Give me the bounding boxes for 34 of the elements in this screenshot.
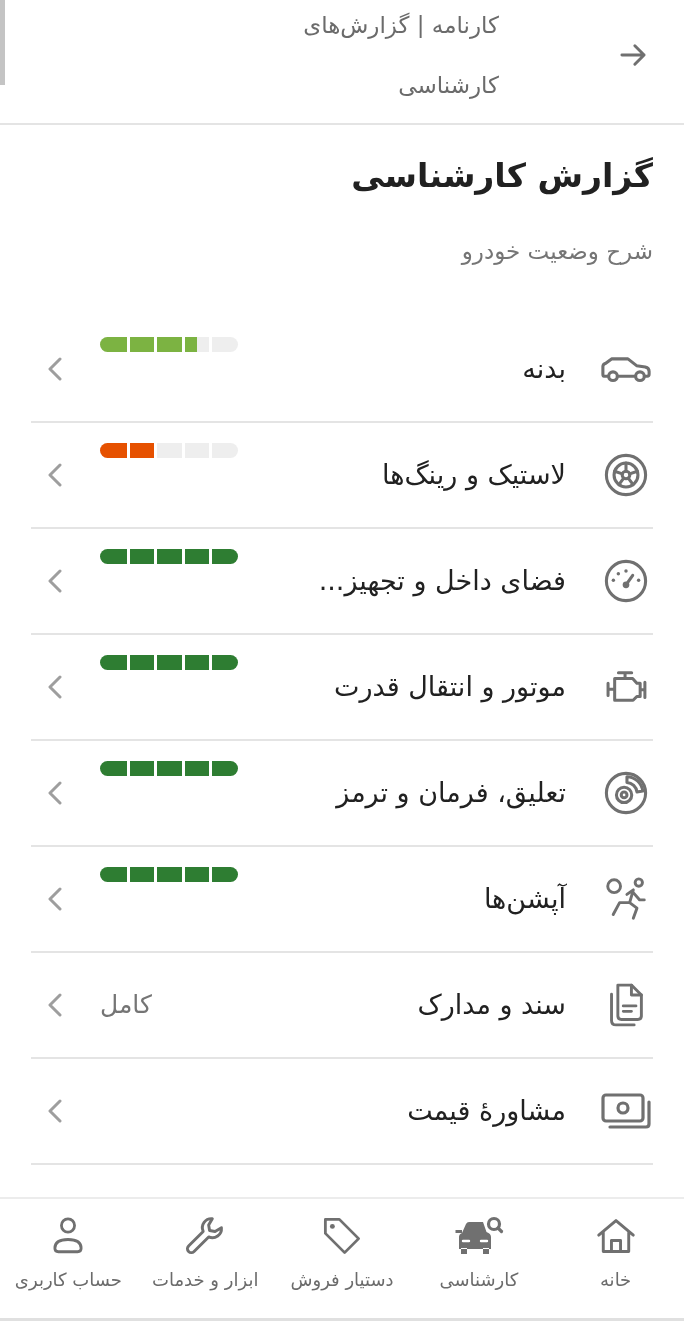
section-title[interactable]: تعلیق، فرمان و ترمز xyxy=(238,773,566,813)
tag-icon xyxy=(321,1215,363,1257)
arrow-icon xyxy=(619,43,647,67)
section-title[interactable]: موتور و انتقال قدرت xyxy=(238,667,566,707)
cash-icon xyxy=(600,1092,652,1130)
chevron-icon[interactable] xyxy=(48,675,62,699)
chevron-icon[interactable] xyxy=(48,463,62,487)
nav-item[interactable]: خانه xyxy=(547,1199,684,1318)
section-title[interactable]: سند و مدارک xyxy=(238,985,566,1025)
status-value: کامل xyxy=(100,989,152,1021)
nav-item[interactable]: حساب کاربری xyxy=(0,1199,137,1318)
chevron-icon[interactable] xyxy=(48,781,62,805)
chevron-icon[interactable] xyxy=(48,569,62,593)
car-icon xyxy=(600,354,652,384)
page-title: گزارش کارشناسی xyxy=(350,155,653,198)
figure-icon xyxy=(605,876,647,922)
documents-icon xyxy=(607,982,645,1028)
section-title[interactable]: بدنه xyxy=(238,349,566,389)
page-subtitle: شرح وضعیت خودرو xyxy=(459,237,653,267)
gauge-icon xyxy=(604,559,648,603)
brake-disc-icon xyxy=(604,771,648,815)
wheel-icon xyxy=(604,453,648,497)
section-title[interactable]: مشاورهٔ قیمت xyxy=(238,1091,566,1131)
section-title[interactable]: فضای داخل و تجهیز... xyxy=(238,561,566,601)
nav-item[interactable]: کارشناسی xyxy=(410,1199,548,1318)
chevron-icon[interactable] xyxy=(48,357,62,381)
chevron-icon[interactable] xyxy=(48,993,62,1017)
nav-item[interactable]: دستیار فروش xyxy=(273,1199,411,1318)
chevron-icon[interactable] xyxy=(48,887,62,911)
chevron-icon[interactable] xyxy=(48,1099,62,1123)
section-title[interactable]: لاستیک و رینگ‌ها xyxy=(238,455,566,495)
section-title[interactable]: آپشن‌ها xyxy=(238,879,566,919)
nav-item[interactable]: ابزار و خدمات xyxy=(136,1199,274,1318)
breadcrumb-title: کارنامه | گزارش‌های کارشناسی xyxy=(302,11,499,101)
